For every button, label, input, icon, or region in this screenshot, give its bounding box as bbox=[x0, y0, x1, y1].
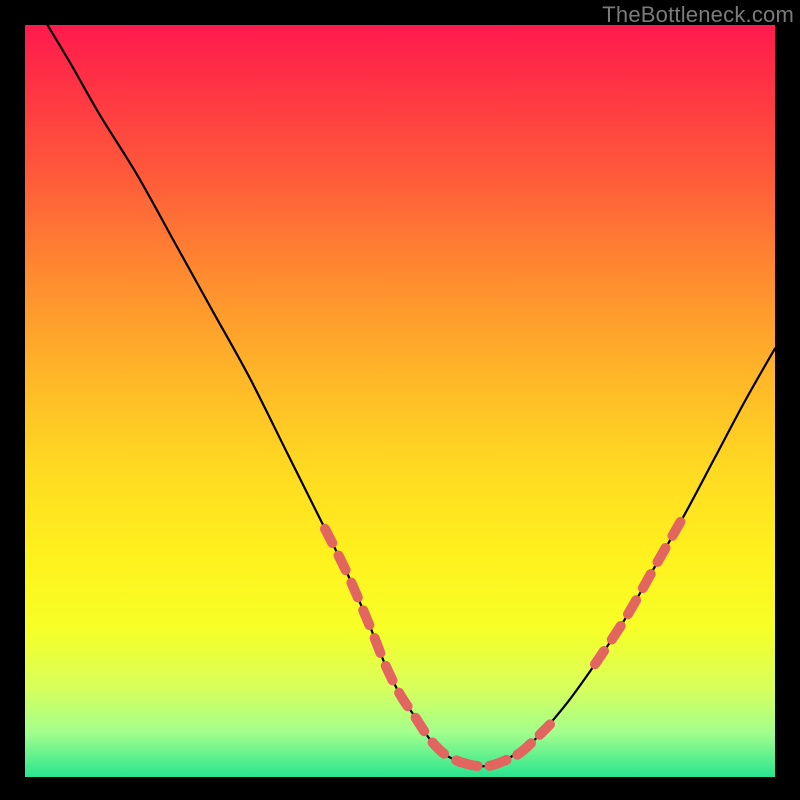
plot-area bbox=[25, 25, 775, 777]
main-curve bbox=[48, 25, 776, 766]
highlight-right bbox=[595, 514, 685, 664]
highlight-left bbox=[325, 529, 460, 762]
chart-frame: TheBottleneck.com bbox=[0, 0, 800, 800]
curve-svg bbox=[25, 25, 775, 777]
highlight-bottom bbox=[460, 724, 550, 766]
